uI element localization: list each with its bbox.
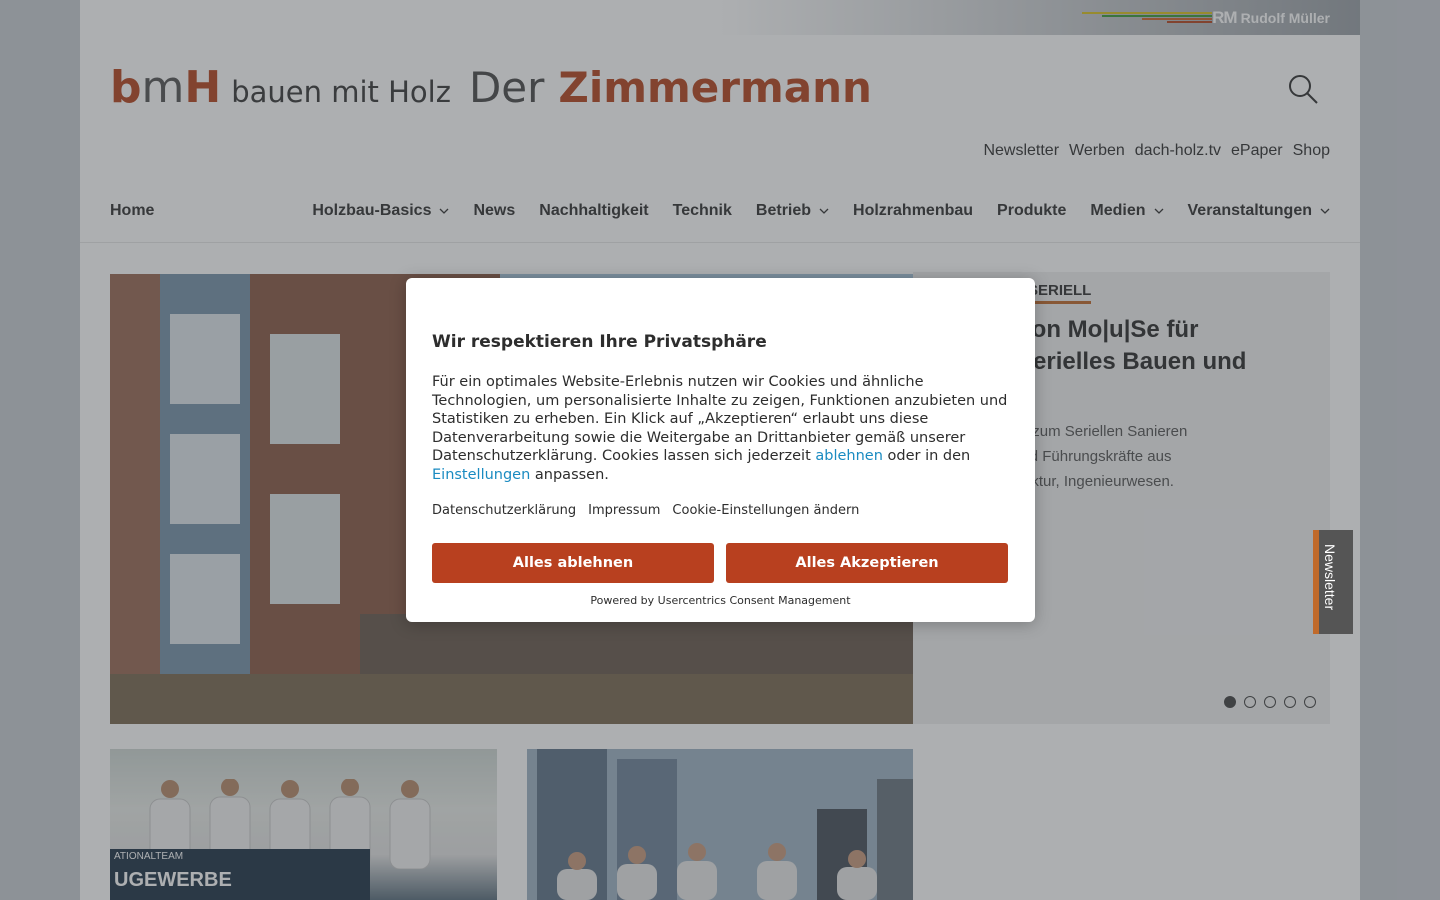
consent-decline-link[interactable]: ablehnen xyxy=(815,448,883,464)
consent-text: anpassen. xyxy=(530,466,609,483)
cookie-consent-dialog: Wir respektieren Ihre Privatsphäre Für e… xyxy=(406,278,1035,622)
consent-body: Für ein optimales Website-Erlebnis nutze… xyxy=(432,373,1012,484)
reject-all-button[interactable]: Alles ablehnen xyxy=(432,543,714,583)
consent-title: Wir respektieren Ihre Privatsphäre xyxy=(432,332,767,352)
privacy-policy-link[interactable]: Datenschutzerklärung xyxy=(432,503,576,518)
consent-settings-link[interactable]: Einstellungen xyxy=(432,467,530,483)
imprint-link[interactable]: Impressum xyxy=(588,503,660,518)
newsletter-tab-label: Newsletter xyxy=(1322,544,1338,611)
newsletter-side-tab[interactable]: Newsletter xyxy=(1313,530,1353,634)
accept-all-button[interactable]: Alles Akzeptieren xyxy=(726,543,1008,583)
cookie-settings-link[interactable]: Cookie-Einstellungen ändern xyxy=(672,503,859,518)
consent-text: oder in den xyxy=(882,448,971,464)
consent-links: Datenschutzerklärung Impressum Cookie-Ei… xyxy=(432,503,859,518)
consent-powered-by: Powered by Usercentrics Consent Manageme… xyxy=(590,594,851,607)
